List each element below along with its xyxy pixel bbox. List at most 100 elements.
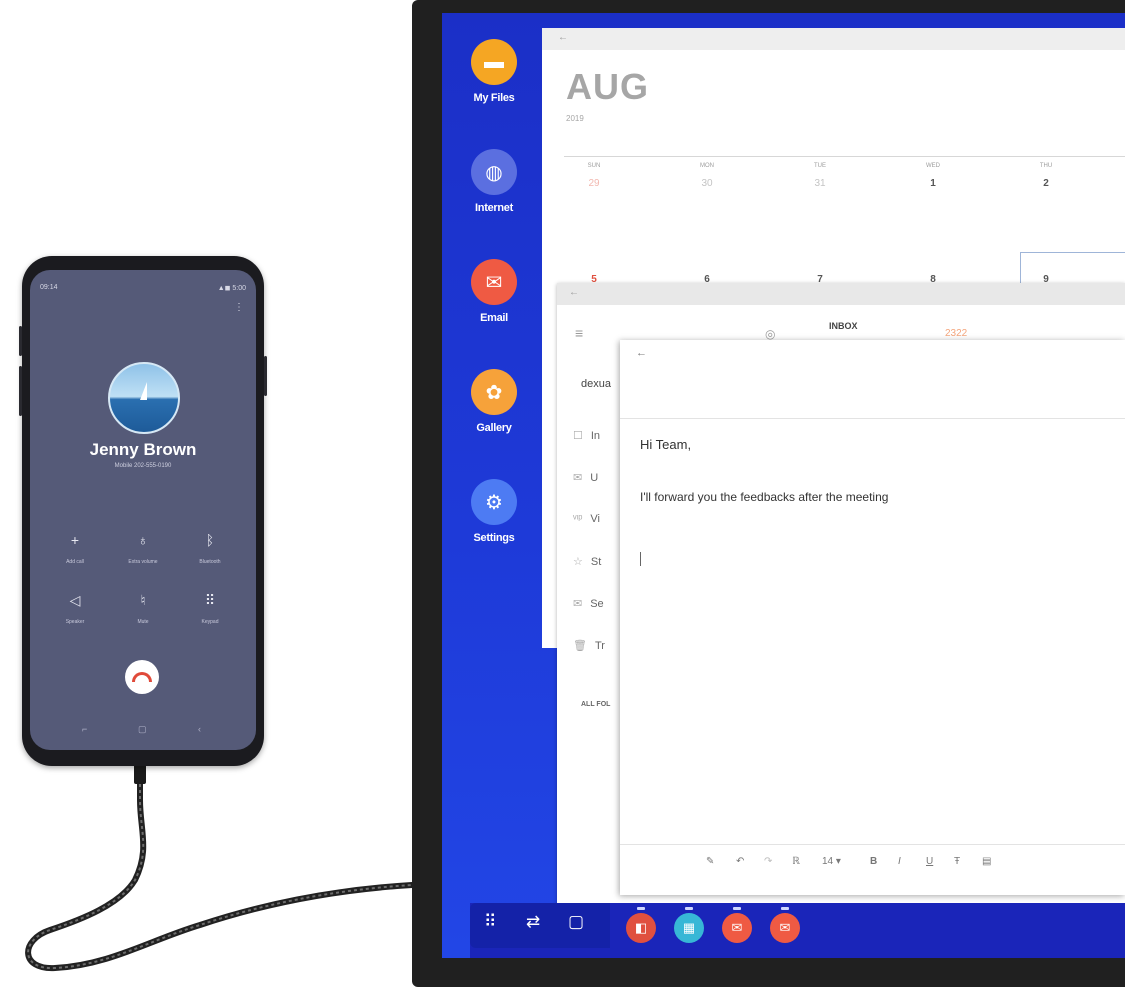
email-app-icon-2[interactable]: ✉ xyxy=(770,907,800,943)
inbox-title: INBOX xyxy=(829,321,858,331)
bluetooth-button[interactable]: ᛒ Bluetooth xyxy=(185,532,235,568)
end-call-button[interactable] xyxy=(125,660,159,694)
settings-shortcut[interactable]: ⚙ Settings xyxy=(470,479,518,544)
back-arrow-icon[interactable]: ← xyxy=(558,32,568,43)
gear-icon: ⚙ xyxy=(471,479,517,525)
status-icons: ▲◼ 5:00 xyxy=(217,285,246,292)
folder-vip[interactable]: ᵛᶦᵖ Vi xyxy=(573,513,600,525)
status-time: 09:14 xyxy=(40,284,58,291)
bluetooth-icon: ᛒ xyxy=(205,532,215,548)
email-body-text[interactable]: I'll forward you the feedbacks after the… xyxy=(640,490,888,504)
mute-button[interactable]: ♮ Mute xyxy=(118,592,168,628)
email-shortcut[interactable]: ✉ Email xyxy=(470,259,518,324)
hang-up-icon xyxy=(132,672,152,682)
underline-icon[interactable]: U xyxy=(926,856,933,867)
dex-desktop: ▬ My Files ◍ Internet ✉ Email ✿ Gallery … xyxy=(442,13,1125,958)
volume-icon: ♁ xyxy=(137,532,149,548)
sent-icon: ✉ xyxy=(573,598,583,610)
flower-icon: ✿ xyxy=(471,369,517,415)
calendar-titlebar[interactable]: ← xyxy=(542,28,1125,50)
back-nav-icon[interactable]: ‹ xyxy=(198,724,201,734)
external-monitor: ▬ My Files ◍ Internet ✉ Email ✿ Gallery … xyxy=(412,0,1125,987)
calendar-month: AUG xyxy=(566,66,649,107)
dow-label: THU xyxy=(1039,163,1053,169)
calendar-day[interactable]: 1 xyxy=(918,178,948,189)
folder-unread[interactable]: ✉ U xyxy=(573,471,598,484)
mail-icon: ✉ xyxy=(471,259,517,305)
taskbar: ⠿ ⇄ ▢ ◧ ▦ ✉ ✉ xyxy=(470,903,1125,958)
dow-label: SUN xyxy=(587,163,601,169)
desktop-icons: ▬ My Files ◍ Internet ✉ Email ✿ Gallery … xyxy=(442,13,542,958)
contact-avatar xyxy=(108,362,180,434)
my-files-shortcut[interactable]: ▬ My Files xyxy=(470,39,518,104)
contact-name: Jenny Brown xyxy=(89,440,197,459)
dow-label: WED xyxy=(926,163,940,169)
keypad-icon: ⠿ xyxy=(204,592,216,608)
mail-badge: 2322 xyxy=(945,328,968,339)
home-nav-icon[interactable]: ▢ xyxy=(138,724,147,735)
all-folders-label[interactable]: ALL FOL xyxy=(581,701,610,708)
strikethrough-icon[interactable]: Ŧ xyxy=(954,856,960,867)
switch-icon[interactable]: ⇄ xyxy=(526,912,540,932)
email-titlebar[interactable]: ← xyxy=(557,283,1125,305)
folder-inbox[interactable]: ☐ In xyxy=(573,429,600,442)
divider xyxy=(564,156,1125,157)
globe-icon: ◍ xyxy=(471,149,517,195)
trash-icon: 🗑 xyxy=(573,640,587,652)
recents-nav-icon[interactable]: ⌐ xyxy=(82,724,87,734)
recents-icon[interactable]: ▢ xyxy=(568,912,584,932)
folder-sent[interactable]: ✉ Se xyxy=(573,597,604,610)
email-app-icon[interactable]: ✉ xyxy=(722,907,752,943)
apps-grid-icon[interactable]: ⠿ xyxy=(484,912,496,932)
extra-volume-button[interactable]: ♁ Extra volume xyxy=(118,532,168,568)
office-app-icon[interactable]: ◧ xyxy=(626,907,656,943)
account-name: dexua xyxy=(581,378,611,390)
gallery-shortcut[interactable]: ✿ Gallery xyxy=(470,369,518,434)
calendar-day[interactable]: 2 xyxy=(1031,178,1061,189)
calendar-app-icon[interactable]: ▦ xyxy=(674,907,704,943)
mic-icon: ♮ xyxy=(140,592,146,608)
envelope-icon: ✉ xyxy=(573,472,583,484)
inbox-icon: ☐ xyxy=(573,430,583,442)
calendar-year: 2019 xyxy=(566,114,584,123)
folder-trash[interactable]: 🗑 Tr xyxy=(573,639,605,652)
speaker-button[interactable]: ◁ Speaker xyxy=(50,592,100,628)
bold-icon[interactable]: B xyxy=(870,856,877,867)
calendar-day[interactable]: 30 xyxy=(692,178,722,189)
plus-icon: + xyxy=(70,532,80,548)
pen-icon[interactable]: ✎ xyxy=(706,856,714,867)
italic-icon[interactable]: I xyxy=(898,856,901,867)
redo-icon[interactable]: ↷ xyxy=(764,856,772,867)
dow-label: MON xyxy=(700,163,714,169)
list-icon[interactable]: ▤ xyxy=(982,856,991,867)
folder-starred[interactable]: ☆ St xyxy=(573,555,601,568)
calendar-day[interactable]: 31 xyxy=(805,178,835,189)
speaker-icon: ◁ xyxy=(69,592,81,608)
power-button xyxy=(264,356,267,396)
vip-icon: ᵛᶦᵖ xyxy=(573,513,583,525)
text-cursor xyxy=(640,552,641,566)
calendar-day[interactable]: 29 xyxy=(579,178,609,189)
font-size-select[interactable]: 14 ▾ xyxy=(822,856,841,867)
internet-shortcut[interactable]: ◍ Internet xyxy=(470,149,518,214)
bixby-button xyxy=(19,366,22,416)
more-options-icon[interactable]: ⋮ xyxy=(234,302,244,313)
back-arrow-icon[interactable]: ← xyxy=(569,287,579,298)
undo-icon[interactable]: ↶ xyxy=(736,856,744,867)
add-call-button[interactable]: + Add call xyxy=(50,532,100,568)
menu-icon[interactable]: ≡ xyxy=(575,325,583,341)
call-screen: 09:14 ▲◼ 5:00 ⋮ Jenny Brown Mobile 202-5… xyxy=(30,270,256,750)
keypad-button[interactable]: ⠿ Keypad xyxy=(185,592,235,628)
camera-icon[interactable]: ◎ xyxy=(765,327,775,341)
divider xyxy=(620,418,1125,419)
compose-email-window[interactable]: ← Hi Team, I'll forward you the feedback… xyxy=(620,340,1125,895)
email-greeting[interactable]: Hi Team, xyxy=(640,437,691,452)
contact-number: Mobile 202-555-0190 xyxy=(114,463,172,469)
back-arrow-icon[interactable]: ← xyxy=(636,347,647,359)
text-style-icon[interactable]: ℝ xyxy=(792,856,800,867)
dow-label: TUE xyxy=(814,163,826,169)
folder-icon: ▬ xyxy=(471,39,517,85)
smartphone: 09:14 ▲◼ 5:00 ⋮ Jenny Brown Mobile 202-5… xyxy=(19,256,267,766)
volume-button xyxy=(19,326,22,356)
divider xyxy=(620,844,1125,845)
